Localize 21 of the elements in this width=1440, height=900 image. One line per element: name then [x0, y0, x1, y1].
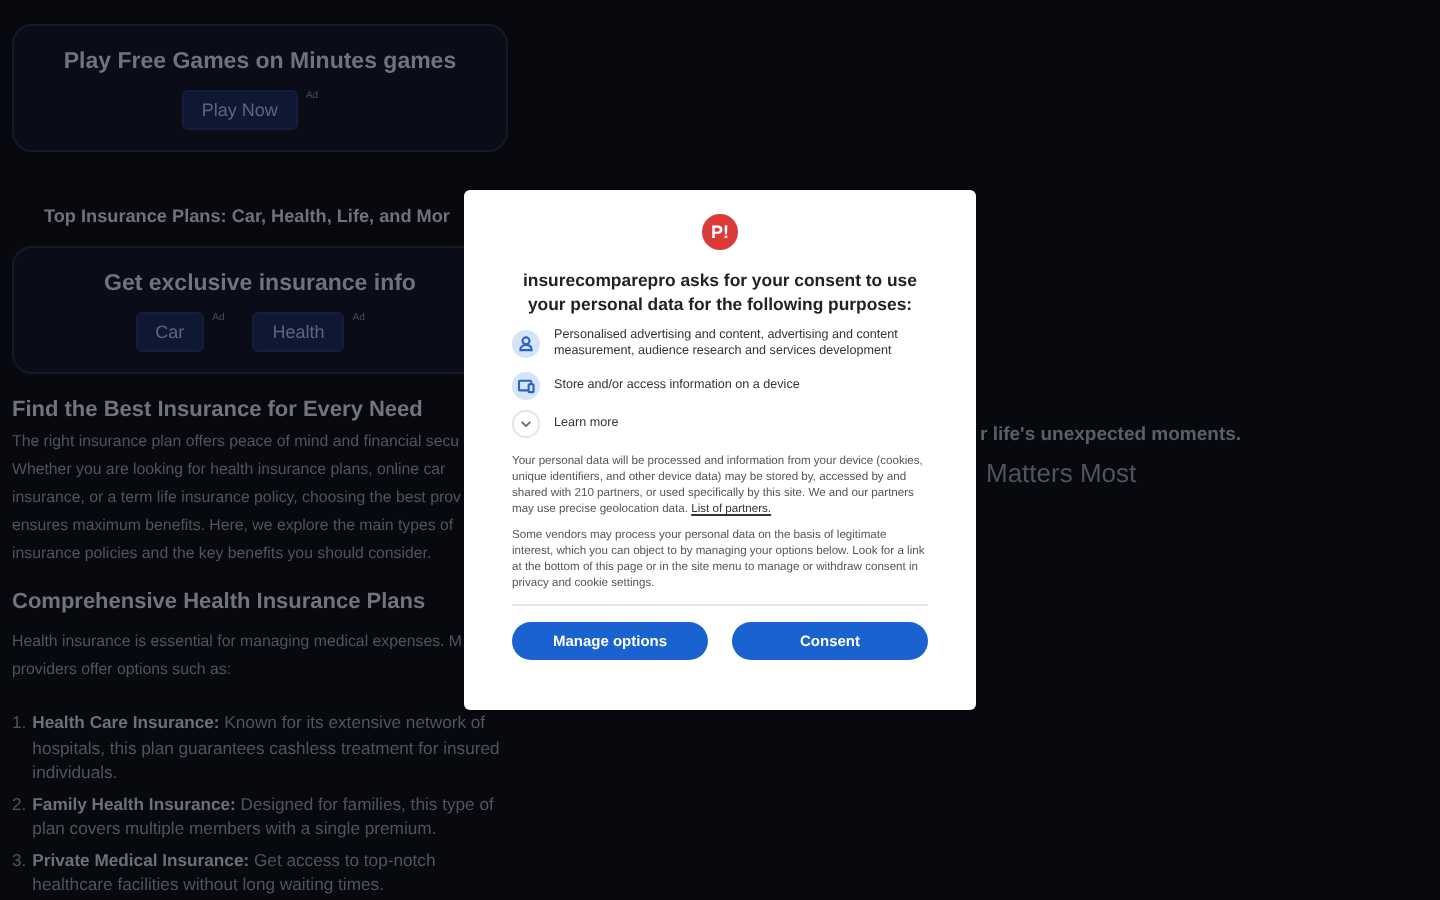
person-icon	[512, 330, 540, 359]
play-now-button[interactable]: Play Now	[181, 90, 298, 130]
article-heading: Find the Best Insurance for Every Need	[12, 398, 425, 422]
card-title: Play Free Games on Minutes games	[63, 50, 457, 74]
list-item-text: Private Medical Insurance: Get access to top-notch healthcare facilities without long waiting times.	[32, 847, 438, 897]
list-item-text: Family Health Insurance: Designed for families, this type of plan covers multiple members with a single premium.	[32, 791, 496, 841]
list-item-text: Health Care Insurance: Known for its extensive network of hospitals, this plan guarantees cashless treatment for insured individuals.	[32, 710, 502, 785]
list-number: 1.	[12, 710, 27, 736]
card-title: Get exclusive insurance info	[104, 272, 416, 296]
tagline: r life's unexpected moments.	[980, 424, 1242, 446]
dialog-title: insurecomparepro asks for your consent to use your personal data for the following purposes:	[521, 268, 919, 316]
chevron-icon[interactable]	[512, 409, 540, 438]
section-heading: Matters Most	[986, 458, 1139, 488]
list-number: 2.	[12, 791, 27, 817]
list-number: 3.	[12, 847, 27, 873]
category-button[interactable]: Car	[135, 312, 205, 352]
category-button[interactable]: Health	[252, 312, 345, 352]
logo-icon: P!	[702, 214, 738, 250]
section-heading: Top Insurance Plans: Car, Health, Life, and Mor	[44, 206, 452, 226]
article-heading: Comprehensive Health Insurance Plans	[12, 590, 428, 614]
device-icon	[512, 371, 540, 400]
